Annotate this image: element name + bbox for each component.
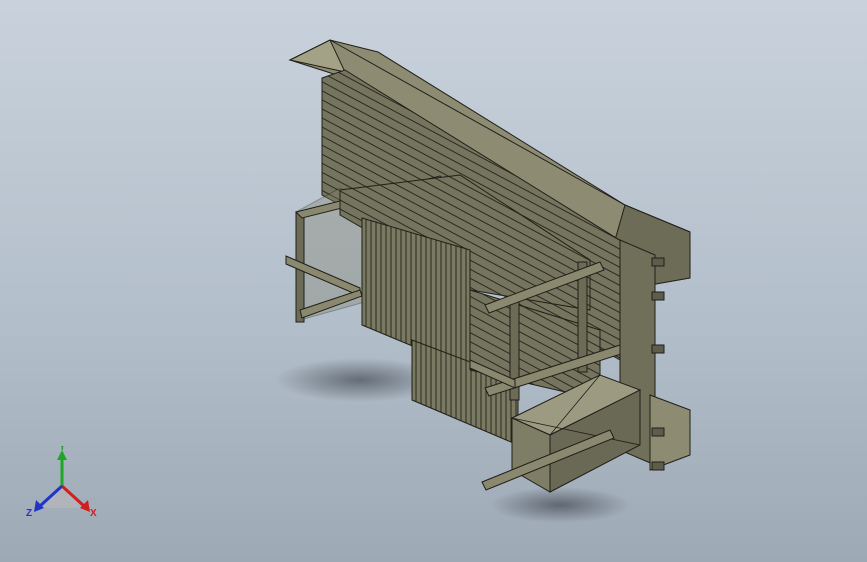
view-triad[interactable]: Y X Z [22, 446, 106, 526]
graphics-viewport[interactable]: Y X Z [0, 0, 867, 562]
model-shadow-lower [490, 487, 630, 523]
flange-4 [651, 427, 665, 437]
z-axis-label: Z [26, 508, 32, 519]
flange-5 [651, 461, 665, 471]
x-axis-label: X [90, 508, 97, 519]
cad-model[interactable] [0, 0, 867, 562]
flange-3 [651, 344, 665, 354]
flange-2 [651, 291, 665, 301]
y-axis-label: Y [59, 446, 66, 453]
flange-1 [651, 257, 665, 267]
